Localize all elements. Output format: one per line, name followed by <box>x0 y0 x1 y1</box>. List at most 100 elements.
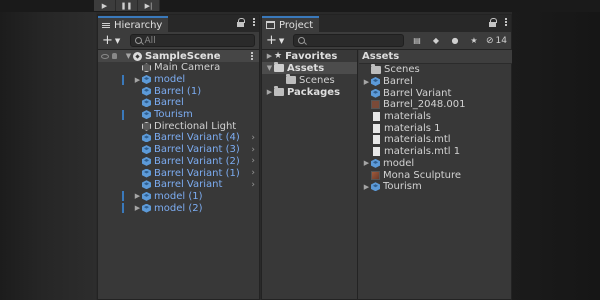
asset-item[interactable]: Mona Sculpture <box>359 169 512 181</box>
hierarchy-item[interactable]: Barrel Variant (4) › <box>98 132 259 144</box>
hierarchy-search-input[interactable]: All <box>129 34 255 47</box>
hierarchy-item[interactable]: Directional Light <box>98 120 259 132</box>
project-tab-actions <box>489 18 507 27</box>
project-tree-item[interactable]: ▼ Assets <box>262 62 357 74</box>
hierarchy-item[interactable]: Barrel <box>98 97 259 109</box>
search-by-label-icon[interactable]: ◆ <box>429 35 443 47</box>
kebab-menu-icon[interactable] <box>252 18 255 26</box>
open-prefab-arrow-icon[interactable]: › <box>251 180 255 190</box>
open-prefab-arrow-icon[interactable]: › <box>251 156 255 166</box>
foldout-closed-icon[interactable]: ▶ <box>265 52 274 60</box>
prefab-cube-icon <box>142 98 151 108</box>
asset-item[interactable]: Scenes <box>359 63 512 76</box>
asset-item[interactable]: materials.mtl <box>359 134 512 146</box>
tab-hierarchy[interactable]: Hierarchy <box>98 16 169 32</box>
visibility-icon[interactable] <box>101 53 109 59</box>
prefab-cube-icon <box>142 75 151 85</box>
hierarchy-item[interactable]: Barrel Variant (2) › <box>98 156 259 168</box>
add-object-button[interactable]: + ▼ <box>102 34 126 47</box>
texture-thumbnail-icon <box>371 100 380 110</box>
asset-item[interactable]: Barrel Variant <box>359 87 512 99</box>
asset-list-header: Assets <box>359 50 512 64</box>
asset-list: Assets Scenes ▶ Barrel Barrel Variant Barrel… <box>359 50 512 300</box>
open-prefab-arrow-icon[interactable]: › <box>251 145 255 155</box>
project-search-input[interactable] <box>292 34 404 47</box>
asset-label: materials 1 <box>384 122 441 134</box>
hierarchy-item[interactable]: ▶ model (1) <box>98 191 259 203</box>
hierarchy-item[interactable]: ▶ model (2) <box>98 202 259 214</box>
hierarchy-item-label: model (2) <box>154 202 203 214</box>
hidden-packages-toggle[interactable]: ⊘ 14 <box>486 36 507 46</box>
play-controls: ▶ ❚❚ ▶| <box>94 0 160 12</box>
hierarchy-item-label: Barrel Variant (2) <box>154 155 240 167</box>
asset-label: Mona Sculpture <box>383 169 462 181</box>
hierarchy-toolbar: + ▼ All <box>98 32 259 50</box>
project-tree-item[interactable]: ▶ Packages <box>262 86 357 98</box>
hierarchy-item[interactable]: Barrel Variant (3) › <box>98 144 259 156</box>
hierarchy-item[interactable]: Main Camera <box>98 62 259 74</box>
search-by-type-icon[interactable]: ▤ <box>410 35 424 47</box>
step-button[interactable]: ▶| <box>138 0 160 11</box>
prefab-cube-icon <box>371 88 380 98</box>
play-icon: ▶ <box>101 1 108 10</box>
project-folder-tree: ▶ ★ Favorites ▼ Assets Scenes ▶ Packages <box>262 50 358 300</box>
hierarchy-item-label: model <box>154 74 186 86</box>
asset-item[interactable]: ▶ Barrel <box>359 76 512 88</box>
foldout-closed-icon[interactable]: ▶ <box>362 159 371 167</box>
prefab-cube-icon <box>371 182 380 192</box>
play-button[interactable]: ▶ <box>94 0 116 11</box>
create-asset-button[interactable]: + ▼ <box>266 34 289 47</box>
hierarchy-item[interactable]: ▶ model <box>98 74 259 86</box>
open-prefab-arrow-icon[interactable]: › <box>251 133 255 143</box>
document-icon <box>373 112 380 122</box>
prefab-cube-icon <box>142 156 151 166</box>
project-tree-item[interactable]: ▶ ★ Favorites <box>262 50 357 62</box>
asset-item[interactable]: materials 1 <box>359 122 512 134</box>
prefab-cube-icon <box>142 110 151 120</box>
hierarchy-item[interactable]: Tourism <box>98 109 259 121</box>
sculpture-thumbnail-icon <box>371 170 380 180</box>
tab-project[interactable]: Project <box>262 16 320 32</box>
favorite-star-icon[interactable]: ★ <box>467 35 481 47</box>
asset-item[interactable]: Barrel_2048.001 <box>359 99 512 111</box>
hierarchy-item[interactable]: Barrel Variant › <box>98 179 259 191</box>
folder-icon <box>274 86 284 96</box>
asset-item[interactable]: ▶ model <box>359 158 512 170</box>
lock-icon[interactable] <box>489 18 497 27</box>
asset-item[interactable]: materials <box>359 111 512 123</box>
asset-label: materials <box>384 111 431 123</box>
hierarchy-item[interactable]: Barrel Variant (1) › <box>98 167 259 179</box>
asset-item[interactable]: ▶ Tourism <box>359 181 512 193</box>
hierarchy-item[interactable]: Barrel (1) <box>98 85 259 97</box>
foldout-closed-icon[interactable]: ▶ <box>133 204 142 212</box>
foldout-closed-icon[interactable]: ▶ <box>362 78 371 86</box>
asset-item[interactable]: materials.mtl 1 <box>359 146 512 158</box>
project-tree-item[interactable]: Scenes <box>262 74 357 86</box>
pause-button[interactable]: ❚❚ <box>116 0 138 11</box>
step-icon: ▶| <box>144 1 153 10</box>
pickable-icon[interactable] <box>112 53 117 59</box>
project-tree-label: Favorites <box>285 50 338 62</box>
lock-icon[interactable] <box>237 18 245 27</box>
project-toolbar: + ▼ ▤ ◆ ● ★ ⊘ 14 <box>262 32 511 50</box>
scene-kebab-icon[interactable] <box>250 52 253 60</box>
hierarchy-item-label: Directional Light <box>154 120 237 132</box>
foldout-open-icon[interactable]: ▼ <box>124 52 133 60</box>
selection-marker <box>122 109 124 120</box>
right-viewport-edge <box>512 12 600 300</box>
hierarchy-item-label: Barrel <box>154 97 184 109</box>
open-prefab-arrow-icon[interactable]: › <box>251 168 255 178</box>
foldout-closed-icon[interactable]: ▶ <box>265 88 274 96</box>
folder-icon <box>274 62 284 72</box>
kebab-menu-icon[interactable] <box>504 18 507 26</box>
selection-marker <box>122 74 124 85</box>
foldout-closed-icon[interactable]: ▶ <box>133 76 142 84</box>
scene-name: SampleScene <box>145 50 221 62</box>
save-search-icon[interactable]: ● <box>448 35 462 47</box>
asset-label: Scenes <box>384 64 420 76</box>
foldout-open-icon[interactable]: ▼ <box>265 64 274 72</box>
foldout-closed-icon[interactable]: ▶ <box>133 192 142 200</box>
foldout-closed-icon[interactable]: ▶ <box>362 183 371 191</box>
hierarchy-tab-actions <box>237 18 255 27</box>
scene-row[interactable]: ▼ SampleScene <box>98 50 259 62</box>
